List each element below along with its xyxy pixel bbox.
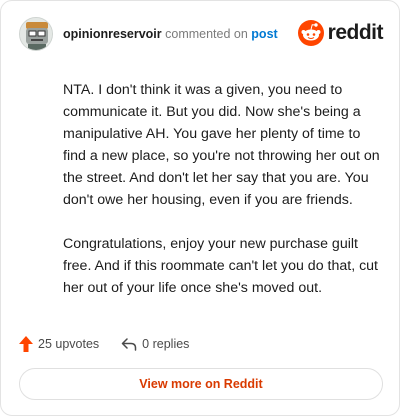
avatar-image bbox=[20, 18, 52, 50]
comment-meta: opinionreservoir commented on post bbox=[63, 27, 278, 41]
comment-header: opinionreservoir commented on post reddi… bbox=[19, 17, 384, 53]
commented-on-label: commented on bbox=[165, 27, 248, 41]
upvotes-count: 25 upvotes bbox=[38, 337, 100, 351]
comment-paragraph: NTA. I don't think it was a given, you n… bbox=[63, 82, 380, 208]
reply-arrow-icon bbox=[121, 338, 137, 351]
upvotes-stat[interactable]: 25 upvotes bbox=[19, 336, 99, 352]
post-link[interactable]: post bbox=[251, 27, 277, 41]
embedded-comment-card: opinionreservoir commented on post reddi… bbox=[0, 0, 400, 416]
username-link[interactable]: opinionreservoir bbox=[63, 27, 162, 41]
reddit-wordmark: reddit bbox=[327, 21, 384, 44]
replies-stat[interactable]: 0 replies bbox=[121, 337, 189, 351]
comment-footer: 25 upvotes 0 replies bbox=[19, 333, 211, 355]
upvote-arrow-icon bbox=[19, 336, 33, 352]
replies-count: 0 replies bbox=[142, 337, 190, 351]
reddit-alien-icon bbox=[297, 20, 324, 46]
reddit-logo[interactable]: reddit bbox=[297, 19, 384, 47]
comment-body: NTA. I don't think it was a given, you n… bbox=[63, 79, 383, 321]
avatar[interactable] bbox=[19, 17, 53, 51]
comment-paragraph: Congratulations, enjoy your new purchase… bbox=[63, 236, 378, 296]
view-more-button[interactable]: View more on Reddit bbox=[19, 368, 383, 400]
